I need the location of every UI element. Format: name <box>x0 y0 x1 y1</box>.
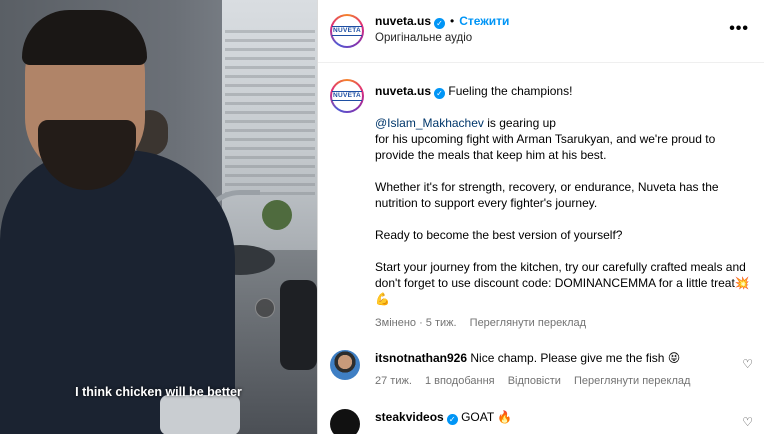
caption-avatar[interactable]: NUVETA <box>330 79 364 113</box>
post-caption: nuveta.us ✓ Fueling the champions! @Islam… <box>375 83 750 307</box>
video-control-icon[interactable] <box>255 298 275 318</box>
like-heart-icon[interactable]: ♡ <box>742 415 753 429</box>
post-body: NUVETA nuveta.us ✓ Fueling the champions!… <box>318 63 764 434</box>
commenter-avatar[interactable] <box>330 350 360 380</box>
post-panel: NUVETA nuveta.us ✓ • Стежити Оригінальне ау… <box>317 0 764 434</box>
caption-text-2: Whether it's for strength, recovery, or … <box>375 180 719 210</box>
comment-emoji: 🔥 <box>497 410 513 424</box>
follow-button[interactable]: Стежити <box>459 14 509 28</box>
see-translation-link[interactable]: Переглянути переклад <box>470 317 586 329</box>
caption-text-1a: is gearing up <box>483 116 556 130</box>
brand-logo: NUVETA <box>331 91 363 101</box>
caption-text-3: Ready to become the best version of your… <box>375 228 623 242</box>
appliance <box>280 280 317 370</box>
comment-time: 27 тиж. <box>375 375 412 387</box>
plant <box>262 200 292 230</box>
verified-icon: ✓ <box>446 414 458 425</box>
post-meta: Змінено · 5 тиж. Переглянути переклад <box>375 317 596 329</box>
audio-link[interactable]: Оригінальне аудіо <box>375 32 472 44</box>
comment-text: GOAT <box>461 410 494 424</box>
instagram-post-view: I think chicken will be better NUVETA nu… <box>0 0 764 434</box>
verified-icon: ✓ <box>434 18 446 29</box>
caption-text-1b: for his upcoming fight with Arman Tsaruk… <box>375 132 716 162</box>
comment-likes[interactable]: 1 вподобання <box>425 375 495 387</box>
see-translation-link[interactable]: Переглянути переклад <box>574 375 690 387</box>
more-options-icon[interactable]: ••• <box>729 20 749 38</box>
commenter-username[interactable]: itsnotnathan926 <box>375 351 467 365</box>
reply-button[interactable]: Відповісти <box>508 375 561 387</box>
brand-logo: NUVETA <box>331 26 363 36</box>
caption-headline: Fueling the champions! <box>448 84 573 98</box>
edited-time: Змінено · 5 тиж. <box>375 317 457 329</box>
reel-video[interactable]: I think chicken will be better <box>0 0 317 434</box>
caption-text-4: Start your journey from the kitchen, try… <box>375 260 746 290</box>
profile-avatar[interactable]: NUVETA <box>330 14 364 48</box>
comment-emoji: 😝 <box>667 351 681 365</box>
window-blinds <box>225 30 315 200</box>
caption-username[interactable]: nuveta.us <box>375 84 431 98</box>
commenter-username[interactable]: steakvideos <box>375 410 444 424</box>
header-username[interactable]: nuveta.us <box>375 14 431 28</box>
container <box>160 395 240 434</box>
like-heart-icon[interactable]: ♡ <box>742 357 753 371</box>
mention-link[interactable]: @Islam_Makhachev <box>375 116 484 130</box>
commenter-avatar[interactable] <box>330 409 360 434</box>
comment-meta: 27 тиж. 1 вподобання Відповісти Переглян… <box>375 375 700 387</box>
comment-text: Nice champ. Please give me the fish <box>470 351 665 365</box>
video-subtitle: I think chicken will be better <box>75 385 242 399</box>
verified-icon: ✓ <box>434 88 446 99</box>
post-header: NUVETA nuveta.us ✓ • Стежити Оригінальне ау… <box>318 0 764 63</box>
